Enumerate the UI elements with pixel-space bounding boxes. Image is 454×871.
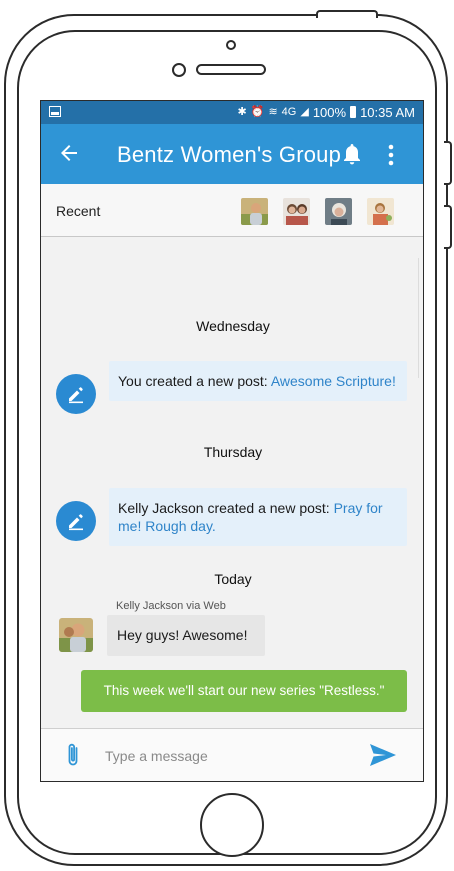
- pencil-icon: [69, 514, 83, 531]
- outgoing-message[interactable]: This week we'll start our new series "Re…: [81, 670, 407, 712]
- post-2-prefix: Kelly Jackson created a new post:: [118, 500, 334, 516]
- status-right: ✱ ⏰ ≋ 4G ◢ 100% 10:35 AM: [238, 104, 415, 120]
- recent-avatar-2[interactable]: [283, 198, 310, 225]
- day-separator-today: Today: [214, 571, 252, 587]
- clock: 10:35 AM: [360, 104, 415, 120]
- message-input[interactable]: [103, 743, 357, 769]
- recent-label: Recent: [56, 203, 101, 219]
- message-sender-meta: Kelly Jackson via Web: [116, 600, 226, 612]
- status-bar: ✱ ⏰ ≋ 4G ◢ 100% 10:35 AM: [41, 101, 423, 124]
- screenshot-icon: [49, 106, 61, 117]
- group-title: Bentz Women's Group: [117, 142, 342, 167]
- day-separator-wednesday: Wednesday: [196, 318, 270, 334]
- app-screen: ✱ ⏰ ≋ 4G ◢ 100% 10:35 AM Bentz Women's G…: [40, 100, 424, 782]
- post-notification-1[interactable]: You created a new post: Awesome Scriptur…: [109, 361, 407, 401]
- recent-bar: Recent: [41, 184, 423, 237]
- day-separator-thursday: Thursday: [203, 444, 263, 460]
- proximity-sensor: [172, 63, 186, 77]
- network-type: 4G: [281, 106, 297, 118]
- back-arrow-icon[interactable]: [57, 141, 81, 165]
- recent-avatars: [241, 198, 394, 225]
- volume-down-button: [444, 205, 452, 249]
- app-bar: Bentz Women's Group: [41, 124, 423, 184]
- alarm-icon: ⏰: [250, 106, 265, 118]
- battery-icon: [350, 106, 357, 118]
- bell-icon[interactable]: [341, 142, 363, 166]
- recent-avatar-3[interactable]: [325, 198, 352, 225]
- post-notification-2[interactable]: Kelly Jackson created a new post: Pray f…: [109, 488, 407, 546]
- wifi-icon: ≋: [268, 106, 278, 118]
- post-activity-avatar: [56, 374, 96, 414]
- incoming-message[interactable]: Hey guys! Awesome!: [107, 615, 265, 656]
- post-activity-avatar: [56, 501, 96, 541]
- paperclip-icon[interactable]: [66, 742, 80, 768]
- front-camera: [226, 40, 236, 50]
- more-vert-icon[interactable]: [387, 144, 395, 166]
- kelly-jackson-avatar[interactable]: [59, 618, 93, 652]
- bluetooth-icon: ✱: [237, 106, 247, 118]
- home-button[interactable]: [200, 793, 264, 857]
- earpiece-speaker: [196, 64, 266, 75]
- signal-icon: ◢: [300, 106, 309, 118]
- recent-avatar-4[interactable]: [367, 198, 394, 225]
- battery-percent: 100%: [312, 104, 347, 120]
- message-composer: [41, 728, 423, 781]
- pencil-icon: [69, 387, 83, 404]
- send-icon[interactable]: [369, 743, 397, 767]
- power-button: [316, 10, 378, 18]
- post-1-prefix: You created a new post:: [118, 373, 271, 389]
- volume-up-button: [444, 141, 452, 185]
- recent-avatar-1[interactable]: [241, 198, 268, 225]
- post-link-awesome-scripture[interactable]: Awesome Scripture!: [271, 373, 396, 389]
